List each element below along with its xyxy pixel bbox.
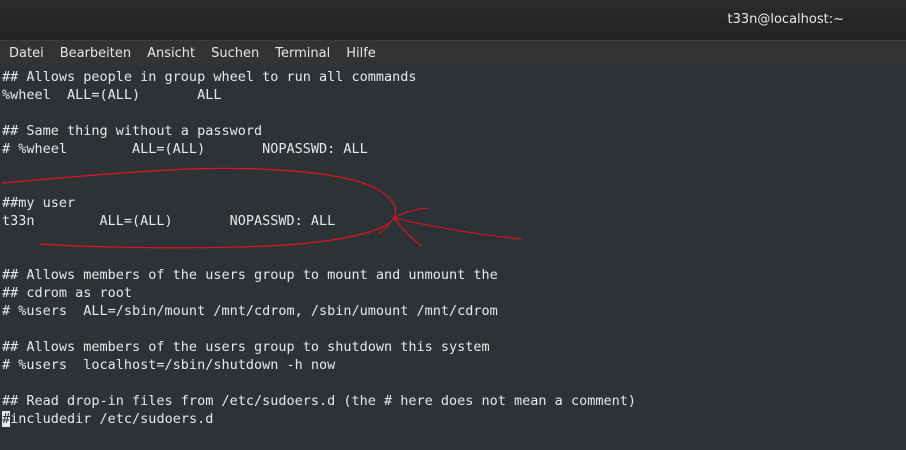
- menu-terminal[interactable]: Terminal: [275, 46, 330, 61]
- terminal-line: # %wheel ALL=(ALL) NOPASSWD: ALL: [2, 141, 368, 157]
- terminal-line: %wheel ALL=(ALL) ALL: [2, 87, 222, 103]
- terminal-area[interactable]: ## Allows people in group wheel to run a…: [0, 66, 906, 450]
- window-title: t33n@localhost:~: [727, 12, 844, 27]
- terminal-line: ##my user: [2, 195, 76, 211]
- menu-datei[interactable]: Datei: [9, 46, 44, 61]
- text-cursor: #: [2, 411, 11, 427]
- terminal-line: ## Allows members of the users group to …: [2, 339, 490, 355]
- menu-suchen[interactable]: Suchen: [211, 46, 259, 61]
- menu-hilfe[interactable]: Hilfe: [346, 46, 376, 61]
- terminal-line: ## Same thing without a password: [2, 123, 263, 139]
- terminal-line-text: includedir /etc/sudoers.d: [10, 411, 214, 427]
- menu-ansicht[interactable]: Ansicht: [147, 46, 195, 61]
- terminal-line: ## Allows members of the users group to …: [2, 267, 498, 283]
- terminal-line-last: #includedir /etc/sudoers.d: [2, 410, 213, 428]
- terminal-line: ## Allows people in group wheel to run a…: [2, 69, 417, 85]
- menu-bearbeiten[interactable]: Bearbeiten: [60, 46, 131, 61]
- terminal-line: # %users localhost=/sbin/shutdown -h now: [2, 357, 336, 373]
- terminal-line: # %users ALL=/sbin/mount /mnt/cdrom, /sb…: [2, 303, 498, 319]
- terminal-line: t33n ALL=(ALL) NOPASSWD: ALL: [2, 213, 336, 229]
- terminal-line: ## cdrom as root: [2, 285, 133, 301]
- window-titlebar[interactable]: t33n@localhost:~: [0, 0, 906, 40]
- terminal-line: ## Read drop-in files from /etc/sudoers.…: [2, 393, 636, 409]
- menu-bar: Datei Bearbeiten Ansicht Suchen Terminal…: [0, 40, 906, 66]
